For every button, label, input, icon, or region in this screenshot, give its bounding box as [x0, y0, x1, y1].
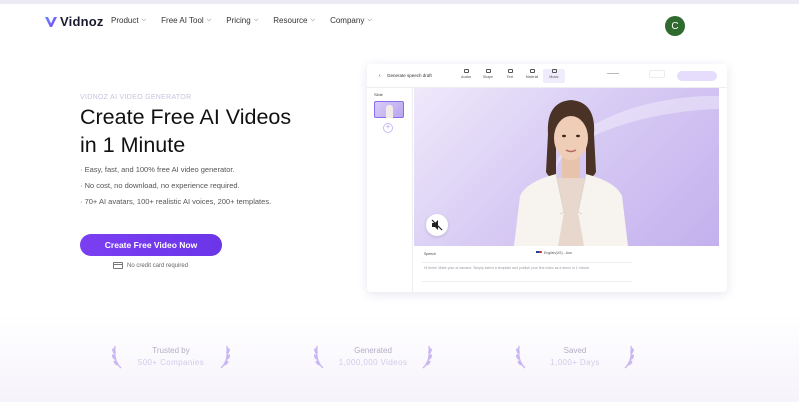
no-credit-card-note: No credit card required: [113, 262, 188, 269]
stat-value: 1,000+ Days: [550, 358, 600, 367]
logo-text: Vidnoz: [60, 14, 104, 29]
user-avatar[interactable]: C: [665, 16, 685, 36]
music-icon: [551, 69, 557, 73]
tool-shape[interactable]: Shape: [477, 69, 499, 83]
stat-label: Trusted by: [152, 346, 190, 355]
stat-trusted: Trusted by 500+ Companies: [111, 343, 231, 373]
laurel-right-icon: [422, 345, 433, 369]
undo-icon[interactable]: [607, 73, 619, 76]
stat-value: 1,000,000 Videos: [338, 358, 408, 367]
video-canvas[interactable]: [414, 88, 719, 246]
divider: [422, 262, 632, 263]
shape-icon: [485, 69, 491, 73]
stat-label: Saved: [563, 346, 587, 355]
mute-button[interactable]: [426, 214, 448, 236]
feature-item: · Easy, fast, and 100% free AI video gen…: [80, 165, 235, 174]
chevron-down-icon: ⌵: [206, 17, 212, 23]
nav-item-label: Company: [330, 16, 365, 25]
chevron-down-icon: ⌵: [141, 17, 147, 23]
nav-item-free-ai-tool[interactable]: Free AI Tool ⌵: [161, 16, 211, 25]
preview-button[interactable]: [649, 70, 665, 78]
speaker-mute-icon: [431, 219, 443, 231]
chevron-down-icon: ⌵: [310, 17, 316, 23]
tool-label: Shape: [482, 75, 494, 79]
logo-mark-icon: [45, 16, 57, 27]
voice-label: English(US) - Ava: [544, 251, 572, 255]
laurel-right-icon: [624, 345, 635, 369]
tool-material[interactable]: Material: [521, 69, 543, 83]
script-label: Speech: [424, 252, 436, 256]
stat-saved: Saved 1,000+ Days: [515, 343, 635, 373]
tool-avatar[interactable]: Avatar: [455, 69, 477, 83]
stat-generated: Generated 1,000,000 Videos: [313, 343, 433, 373]
tool-label: Avatar: [460, 75, 472, 79]
us-flag-icon: [536, 251, 542, 255]
nav-item-label: Free AI Tool: [161, 16, 204, 25]
navbar: Vidnoz Product ⌵ Free AI Tool ⌵ Pricing ⌵ R…: [0, 4, 799, 42]
nav-item-company[interactable]: Company ⌵: [330, 16, 372, 25]
editor-toolbar: ‹ Generate speech draft Avatar Shape Tex…: [367, 64, 727, 88]
editor-preview: ‹ Generate speech draft Avatar Shape Tex…: [367, 64, 727, 292]
credit-card-icon: [113, 262, 123, 269]
avatar-icon: [463, 69, 469, 73]
stat-label: Generated: [354, 346, 392, 355]
nav-item-label: Pricing: [226, 16, 251, 25]
script-textarea[interactable]: Hi there! Make your ai narrator. Simply …: [424, 266, 634, 271]
tool-label: Text: [506, 75, 514, 79]
nav-item-pricing[interactable]: Pricing ⌵: [226, 16, 258, 25]
tool-label: Material: [525, 75, 539, 79]
hero-title: Create Free AI Videos in 1 Minute: [80, 103, 291, 159]
feature-list: · Easy, fast, and 100% free AI video gen…: [80, 165, 271, 213]
stat-value: 500+ Companies: [137, 358, 205, 367]
text-icon: [507, 69, 513, 73]
chevron-down-icon: ⌵: [367, 17, 372, 23]
tool-text[interactable]: Text: [499, 69, 521, 83]
add-slide-icon[interactable]: +: [383, 123, 393, 133]
create-free-video-button[interactable]: Create Free Video Now: [80, 234, 222, 256]
feature-item: · 70+ AI avatars, 100+ realistic AI voic…: [80, 197, 272, 206]
chevron-down-icon: ⌵: [253, 17, 259, 23]
editor-project-title[interactable]: Generate speech draft: [387, 73, 432, 78]
nav-item-resource[interactable]: Resource ⌵: [273, 16, 315, 25]
voice-selector[interactable]: English(US) - Ava: [536, 251, 572, 255]
divider: [422, 281, 632, 282]
no-credit-card-text: No credit card required: [127, 262, 189, 269]
feature-item: · No cost, no download, no experience re…: [80, 181, 240, 190]
script-panel: Speech English(US) - Ava Hi there! Make …: [414, 246, 719, 292]
nav-item-label: Product: [111, 16, 139, 25]
hero-eyebrow: VIDNOZ AI VIDEO GENERATOR: [80, 94, 192, 101]
main-menu: Product ⌵ Free AI Tool ⌵ Pricing ⌵ Resource…: [111, 16, 387, 25]
hero-title-line-1: Create Free AI Videos: [80, 105, 292, 129]
generate-button[interactable]: [677, 71, 717, 81]
ai-avatar-presenter: [514, 100, 628, 246]
nav-item-label: Resource: [273, 16, 308, 25]
logo[interactable]: Vidnoz: [44, 14, 104, 29]
slides-label: Slide: [374, 92, 383, 97]
tool-music[interactable]: Music: [543, 69, 565, 83]
material-icon: [529, 69, 535, 73]
chevron-left-icon[interactable]: ‹: [379, 73, 381, 79]
tool-label: Music: [549, 75, 559, 79]
slides-panel: Slide +: [367, 88, 413, 292]
editor-tools: Avatar Shape Text Material Music: [455, 69, 565, 83]
hero-title-line-2: in 1 Minute: [80, 133, 186, 157]
slide-thumbnail[interactable]: [374, 101, 404, 118]
laurel-right-icon: [220, 345, 231, 369]
nav-item-product[interactable]: Product ⌵: [111, 16, 146, 25]
